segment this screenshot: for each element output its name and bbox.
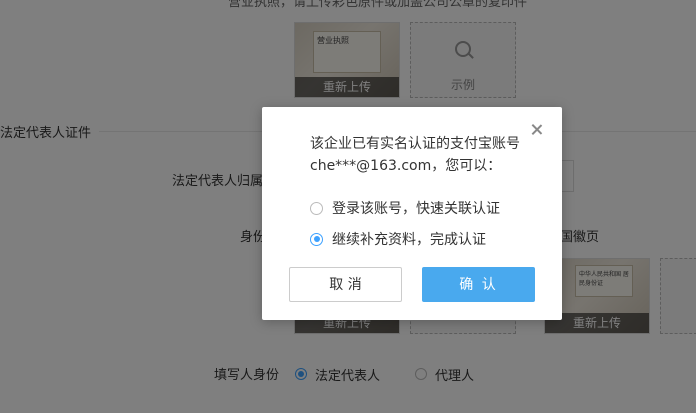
dialog-message-line2: che***@163.com，您可以： xyxy=(310,158,502,174)
dialog-message-line1: 该企业已有实名认证的支付宝账号 xyxy=(310,136,520,152)
cancel-button[interactable]: 取 消 xyxy=(289,267,402,302)
account-exists-dialog: 该企业已有实名认证的支付宝账号 che***@163.com，您可以： 登录该账… xyxy=(262,107,562,320)
option-continue-radio[interactable] xyxy=(310,232,323,246)
dialog-message: 该企业已有实名认证的支付宝账号 che***@163.com，您可以： xyxy=(310,133,540,177)
option-login-account[interactable]: 登录该账号，快速关联认证 xyxy=(310,198,500,218)
option-continue-info[interactable]: 继续补充资料，完成认证 xyxy=(310,229,486,249)
option-login-label[interactable]: 登录该账号，快速关联认证 xyxy=(332,198,500,218)
option-continue-label[interactable]: 继续补充资料，完成认证 xyxy=(332,229,486,249)
confirm-button[interactable]: 确 认 xyxy=(422,267,535,302)
option-login-radio[interactable] xyxy=(310,201,323,215)
